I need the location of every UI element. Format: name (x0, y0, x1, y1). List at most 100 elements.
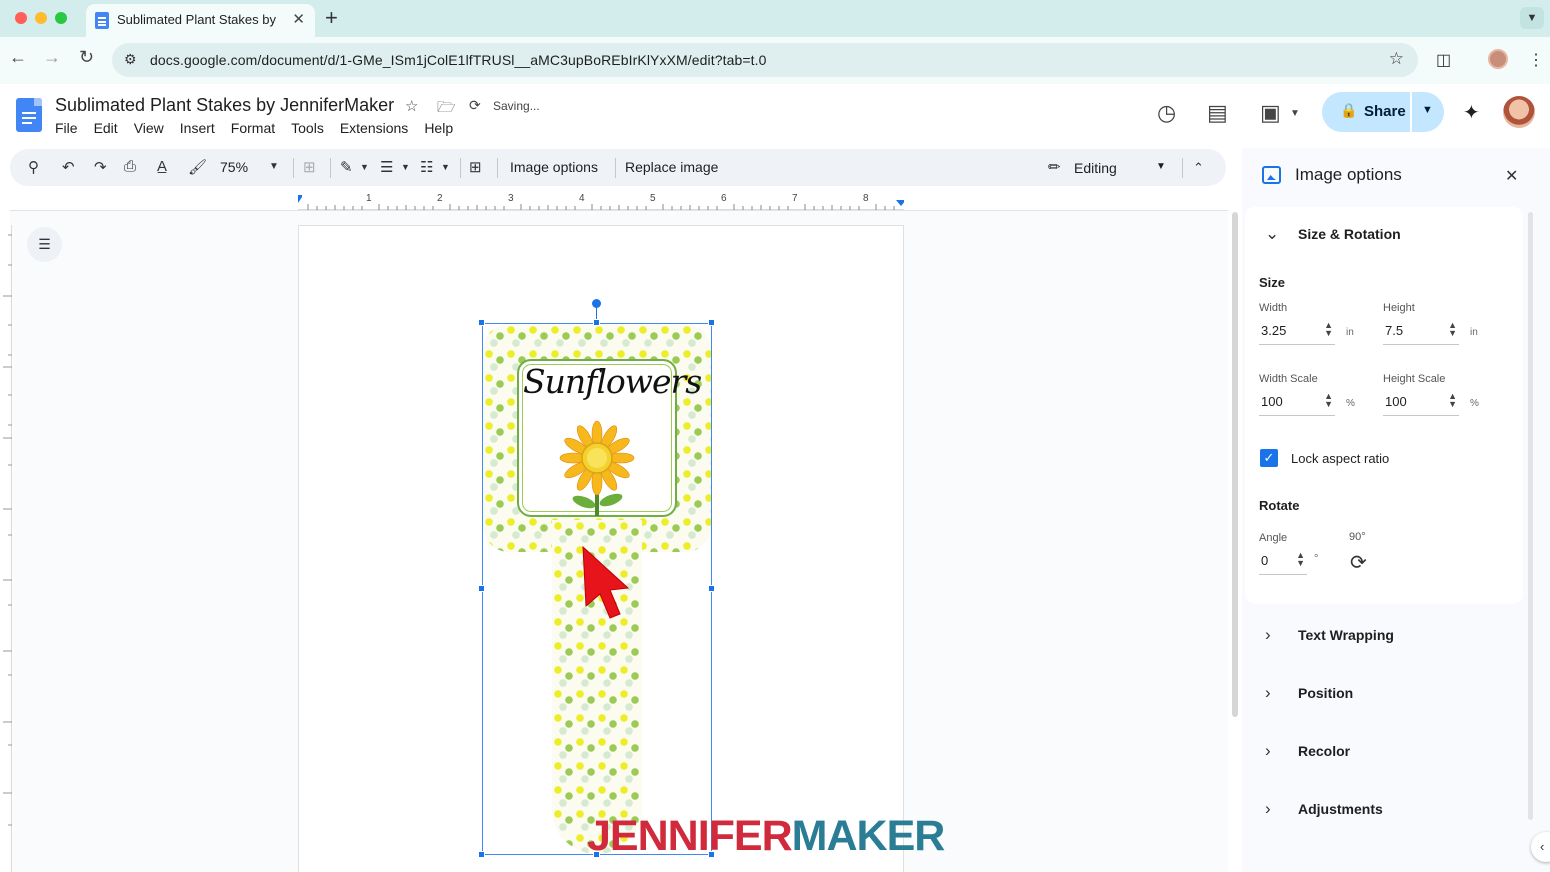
menu-help[interactable]: Help (424, 120, 453, 136)
resize-handle[interactable] (478, 319, 485, 326)
height-unit: in (1470, 327, 1478, 338)
image-options-icon (1262, 166, 1281, 184)
star-icon[interactable]: ☆ (405, 97, 418, 115)
zoom-select[interactable]: 75% (220, 159, 248, 175)
spellcheck-icon[interactable]: A̲ (157, 158, 167, 175)
horizontal-ruler[interactable]: 1 2 3 4 5 6 7 8 (298, 192, 904, 210)
bookmark-star-icon[interactable]: ☆ (1389, 49, 1404, 69)
address-bar-row: ← → ↻ ⚙ docs.google.com/document/d/1-GMe… (0, 37, 1550, 84)
chevron-right-icon[interactable]: › (1265, 741, 1271, 761)
section-text-wrapping[interactable]: Text Wrapping (1298, 627, 1394, 643)
border-weight-dropdown-icon[interactable]: ▼ (401, 162, 410, 172)
document-title[interactable]: Sublimated Plant Stakes by JenniferMaker (55, 95, 394, 116)
lock-aspect-ratio-label[interactable]: Lock aspect ratio (1291, 451, 1389, 466)
width-scale-input[interactable]: 100 ▲ ▼ (1259, 392, 1335, 416)
editing-toolbar: ⚲ ↶ ↷ ⎙ A̲ 🖌 75% ▼ ⊞ ✎ ▼ ☰ ▼ ☷ ▼ ⊞ Image… (10, 149, 1226, 186)
minimize-window-button[interactable] (35, 12, 47, 24)
new-tab-button[interactable]: + (325, 5, 338, 31)
menu-tools[interactable]: Tools (291, 120, 324, 136)
insert-comment-icon[interactable]: ⊞ (303, 158, 316, 176)
height-scale-input[interactable]: 100 ▲ ▼ (1383, 392, 1459, 416)
menu-extensions[interactable]: Extensions (340, 120, 408, 136)
document-scrollbar[interactable] (1232, 212, 1238, 717)
section-recolor[interactable]: Recolor (1298, 743, 1350, 759)
pencil-icon: ✏ (1048, 159, 1061, 176)
undo-icon[interactable]: ↶ (62, 158, 75, 176)
chevron-right-icon[interactable]: › (1265, 625, 1271, 645)
height-scale-label: Height Scale (1383, 373, 1446, 385)
border-color-icon[interactable]: ✎ (340, 158, 353, 176)
editing-dropdown-icon: ▼ (1156, 161, 1166, 172)
rotate-handle[interactable] (592, 299, 601, 308)
forward-arrow-icon[interactable]: → (43, 47, 61, 68)
chevron-down-icon[interactable]: ⌄ (1265, 224, 1279, 244)
section-size-rotation[interactable]: Size & Rotation (1298, 226, 1401, 242)
site-settings-icon[interactable]: ⚙ (124, 51, 137, 68)
close-panel-icon[interactable]: ✕ (1505, 166, 1518, 186)
reload-icon[interactable]: ↻ (79, 47, 94, 68)
section-position[interactable]: Position (1298, 685, 1353, 701)
rotate-90-icon[interactable]: ⟳ (1350, 550, 1367, 575)
replace-image-button[interactable]: Replace image (625, 159, 718, 175)
paint-format-icon[interactable]: 🖌 (188, 158, 207, 176)
chrome-menu-icon[interactable]: ⋮ (1528, 50, 1544, 70)
angle-label: Angle (1259, 532, 1288, 544)
resize-handle[interactable] (708, 585, 715, 592)
docs-logo-icon[interactable] (16, 98, 42, 132)
menu-file[interactable]: File (55, 120, 78, 136)
editing-mode-select[interactable]: ✏ Editing ▼ (1038, 154, 1180, 182)
vertical-ruler[interactable] (0, 225, 12, 872)
share-dropdown-icon[interactable]: ▼ (1422, 104, 1433, 116)
menu-edit[interactable]: Edit (94, 120, 118, 136)
lock-aspect-ratio-checkbox[interactable]: ✓ (1260, 449, 1278, 467)
chevron-right-icon[interactable]: › (1265, 799, 1271, 819)
docs-favicon-icon (95, 12, 109, 29)
border-color-dropdown-icon[interactable]: ▼ (360, 162, 369, 172)
document-outline-icon[interactable]: ☰ (27, 227, 62, 262)
meet-dropdown-icon[interactable]: ▼ (1290, 108, 1300, 119)
panel-scrollbar[interactable] (1528, 212, 1533, 820)
crop-icon[interactable]: ⊞ (469, 158, 482, 176)
image-options-button[interactable]: Image options (510, 159, 598, 175)
border-dash-icon[interactable]: ☷ (420, 158, 433, 176)
section-adjustments[interactable]: Adjustments (1298, 801, 1383, 817)
url-text[interactable]: docs.google.com/document/d/1-GMe_ISm1jCo… (150, 52, 767, 68)
maximize-window-button[interactable] (55, 12, 67, 24)
gemini-sparkle-icon[interactable]: ✦ (1463, 100, 1480, 125)
border-dash-dropdown-icon[interactable]: ▼ (441, 162, 450, 172)
search-icon[interactable]: ⚲ (28, 158, 39, 176)
border-weight-icon[interactable]: ☰ (380, 158, 393, 176)
collapse-menus-chevron-up-icon[interactable]: ⌃ (1193, 160, 1204, 176)
resize-handle[interactable] (593, 319, 600, 326)
close-window-button[interactable] (15, 12, 27, 24)
move-folder-icon[interactable]: 🗁 (437, 97, 456, 122)
resize-handle[interactable] (478, 851, 485, 858)
resize-handle[interactable] (478, 585, 485, 592)
menu-insert[interactable]: Insert (180, 120, 215, 136)
account-avatar[interactable] (1503, 96, 1535, 128)
width-input[interactable]: 3.25 ▲ ▼ (1259, 321, 1335, 345)
print-icon[interactable]: ⎙ (124, 158, 136, 175)
angle-input[interactable]: 0 ▲ ▼ (1259, 551, 1307, 575)
menu-format[interactable]: Format (231, 120, 275, 136)
resize-handle[interactable] (708, 319, 715, 326)
tab-search-chevron-icon[interactable]: ▼ (1520, 7, 1544, 29)
menu-view[interactable]: View (134, 120, 164, 136)
back-arrow-icon[interactable]: ← (9, 47, 27, 68)
meet-camera-icon[interactable]: ▣ (1260, 100, 1281, 126)
red-pointer-cursor-icon (582, 545, 630, 619)
extensions-puzzle-icon[interactable]: ◫ (1436, 50, 1451, 70)
redo-icon[interactable]: ↷ (94, 158, 107, 176)
version-history-icon[interactable]: ◷ (1157, 100, 1176, 126)
zoom-dropdown-icon[interactable]: ▼ (269, 161, 279, 172)
size-heading: Size (1259, 275, 1286, 290)
height-input[interactable]: 7.5 ▲ ▼ (1383, 321, 1459, 345)
chevron-right-icon[interactable]: › (1265, 683, 1271, 703)
comments-icon[interactable]: ▤ (1207, 100, 1228, 126)
tab-close-icon[interactable]: ✕ (292, 10, 305, 28)
profile-avatar[interactable] (1488, 49, 1508, 69)
url-omnibox[interactable]: ⚙ docs.google.com/document/d/1-GMe_ISm1j… (112, 43, 1418, 77)
tab-title: Sublimated Plant Stakes by J (117, 12, 277, 27)
browser-tab[interactable]: Sublimated Plant Stakes by J ✕ (86, 4, 315, 37)
share-button[interactable]: 🔒 Share ▼ (1322, 92, 1444, 132)
